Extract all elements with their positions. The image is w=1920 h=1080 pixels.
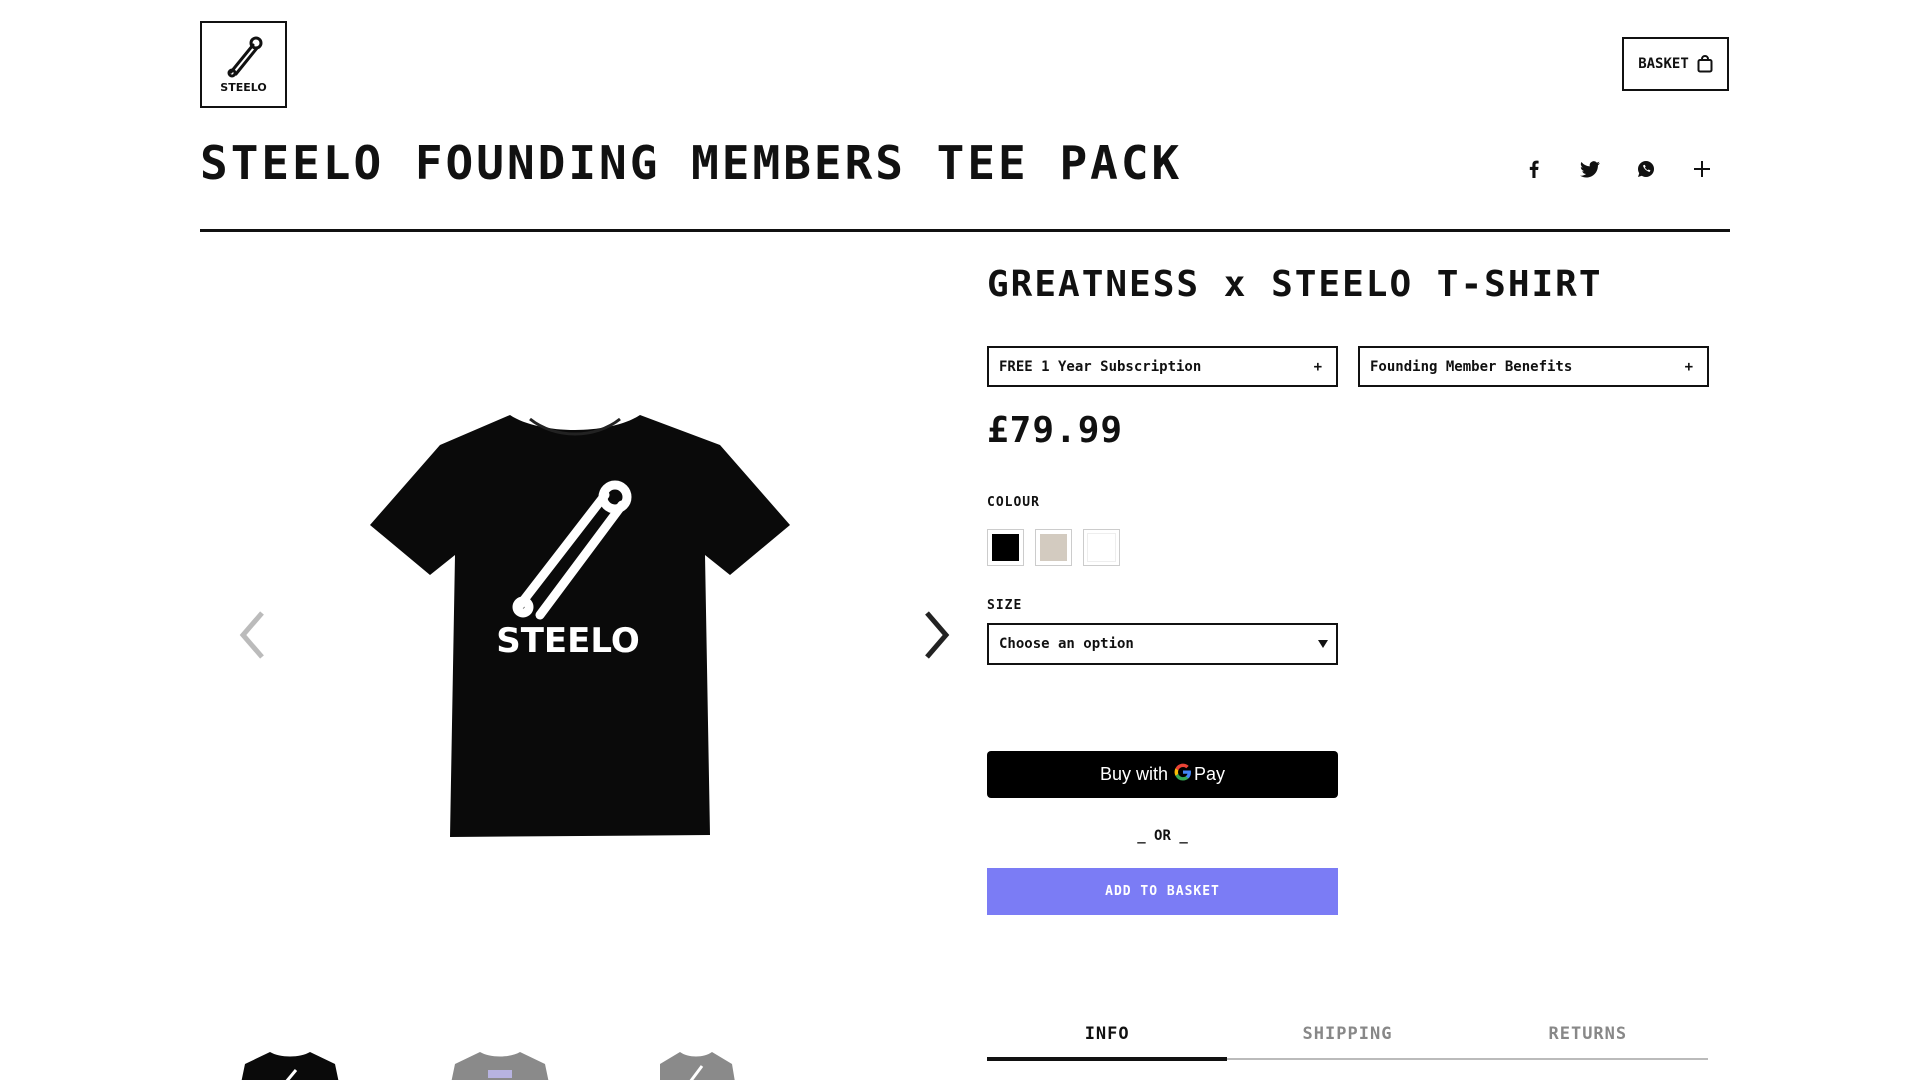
tab-info[interactable]: INFO: [987, 1010, 1228, 1061]
product-title: GREATNESS x STEELO T-SHIRT: [987, 264, 1603, 305]
share-links: [1520, 155, 1716, 183]
chevron-right-icon: [925, 611, 950, 659]
logo-text: STEELO: [220, 81, 267, 94]
tab-shipping[interactable]: SHIPPING: [1227, 1010, 1467, 1058]
info-tabs: INFO SHIPPING RETURNS: [987, 1010, 1708, 1061]
gpay-text: Buy with: [1099, 764, 1168, 784]
gallery-thumbnails: [240, 1048, 760, 1080]
header-divider: [200, 229, 1730, 232]
size-select-value: Choose an option: [999, 636, 1134, 652]
shirt-print-text: STEELO: [496, 621, 640, 661]
site-logo[interactable]: STEELO: [200, 21, 287, 108]
gpay-brand: Pay: [1194, 764, 1226, 784]
accordion-label: Founding Member Benefits: [1370, 358, 1573, 375]
colour-label: COLOUR: [987, 495, 1040, 510]
accordion-label: FREE 1 Year Subscription: [999, 358, 1202, 375]
expand-icon: +: [1684, 358, 1693, 375]
basket-label: BASKET: [1638, 56, 1689, 72]
expand-icon: +: [1313, 358, 1322, 375]
or-separator: _ OR _: [1137, 828, 1188, 844]
caret-down-icon: [1318, 640, 1328, 648]
tab-returns[interactable]: RETURNS: [1468, 1010, 1708, 1058]
add-to-basket-button[interactable]: ADD TO BASKET: [987, 868, 1338, 915]
accordion-founding-benefits[interactable]: Founding Member Benefits +: [1358, 346, 1709, 387]
shopping-bag-icon: [1697, 55, 1713, 73]
accordion-free-subscription[interactable]: FREE 1 Year Subscription +: [987, 346, 1338, 387]
colour-swatches: [987, 529, 1120, 566]
thumbnail-black-shirt[interactable]: [240, 1048, 340, 1080]
plus-icon[interactable]: [1688, 155, 1716, 183]
thumbnail-grey-shirt[interactable]: [450, 1048, 550, 1080]
size-label: SIZE: [987, 598, 1023, 613]
facebook-icon[interactable]: [1520, 155, 1548, 183]
basket-button[interactable]: BASKET: [1622, 37, 1729, 91]
gallery-prev-arrow[interactable]: [232, 605, 272, 665]
page-title: STEELO FOUNDING MEMBERS TEE PACK: [200, 136, 1183, 190]
size-select[interactable]: Choose an option: [987, 623, 1338, 665]
swatch-black[interactable]: [987, 529, 1024, 566]
product-page: STEELO BASKET STEELO FOUNDING MEMBERS TE…: [0, 0, 1920, 1080]
swatch-white[interactable]: [1083, 529, 1120, 566]
product-main-image[interactable]: STEELO: [360, 405, 790, 845]
swatch-stone[interactable]: [1035, 529, 1072, 566]
chevron-left-icon: [239, 611, 264, 659]
safety-pin-icon: [227, 36, 262, 78]
google-g-icon: [1174, 763, 1192, 786]
gallery-next-arrow[interactable]: [917, 605, 957, 665]
product-price: £79.99: [987, 410, 1124, 451]
twitter-icon[interactable]: [1576, 155, 1604, 183]
whatsapp-icon[interactable]: [1632, 155, 1660, 183]
thumbnail-grey-pin-shirt[interactable]: [660, 1048, 760, 1080]
google-pay-button[interactable]: Buy with Pay: [987, 751, 1338, 798]
